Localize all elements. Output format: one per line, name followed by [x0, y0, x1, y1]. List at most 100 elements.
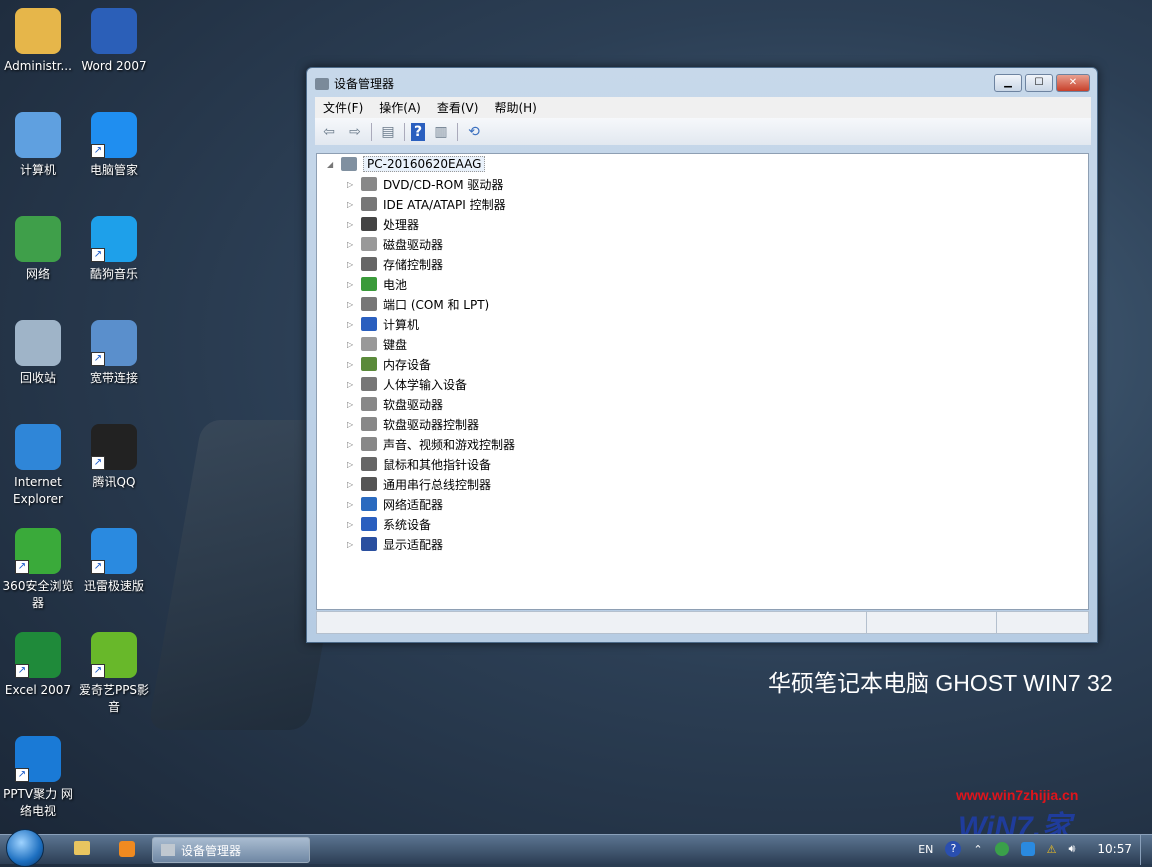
menu-view[interactable]: 查看(V)	[429, 97, 487, 118]
menu-file[interactable]: 文件(F)	[315, 97, 371, 118]
expand-arrow-icon[interactable]: ▷	[347, 340, 357, 349]
expand-arrow-icon[interactable]: ▷	[347, 500, 357, 509]
desktop-icon[interactable]: ↗ 爱奇艺PPS影音	[76, 632, 152, 716]
device-category[interactable]: ▷ 端口 (COM 和 LPT)	[347, 294, 489, 314]
expand-arrow-icon[interactable]: ▷	[347, 260, 357, 269]
computer-icon	[15, 112, 61, 158]
device-manager-icon	[315, 77, 329, 90]
device-category-label: 显示适配器	[383, 537, 444, 552]
device-category[interactable]: ▷ 系统设备	[347, 514, 431, 534]
desktop-icon[interactable]: ↗ PPTV聚力 网络电视	[0, 736, 76, 820]
expand-arrow-icon[interactable]: ▷	[347, 300, 357, 309]
expand-arrow-icon[interactable]: ▷	[347, 540, 357, 549]
desktop-icon[interactable]: ↗ 电脑管家	[76, 112, 152, 179]
expand-arrow-icon[interactable]: ▷	[347, 280, 357, 289]
back-arrow-icon[interactable]: ⇦	[319, 123, 339, 141]
device-category[interactable]: ▷ 磁盘驱动器	[347, 234, 443, 254]
device-category[interactable]: ▷ 存储控制器	[347, 254, 443, 274]
device-category[interactable]: ▷ 处理器	[347, 214, 419, 234]
expand-arrow-icon[interactable]: ▷	[347, 460, 357, 469]
volume-icon[interactable]: 🔊︎	[1068, 842, 1075, 856]
desktop-icon[interactable]: Word 2007	[76, 8, 152, 75]
device-category[interactable]: ▷ 软盘驱动器	[347, 394, 443, 414]
desktop-icon[interactable]: ↗ 迅雷极速版	[76, 528, 152, 595]
expand-arrow-icon[interactable]: ▷	[347, 520, 357, 529]
expand-arrow-icon[interactable]: ▷	[347, 180, 357, 189]
desktop-icon[interactable]: ↗ 宽带连接	[76, 320, 152, 387]
expand-arrow-icon[interactable]: ▷	[347, 380, 357, 389]
device-category[interactable]: ▷ 软盘驱动器控制器	[347, 414, 479, 434]
maximize-button[interactable]: ☐	[1025, 74, 1053, 92]
expand-arrow-icon[interactable]: ▷	[347, 480, 357, 489]
desktop-icon-label: 酷狗音乐	[89, 267, 138, 281]
device-category[interactable]: ▷ 电池	[347, 274, 407, 294]
menu-action[interactable]: 操作(A)	[371, 97, 429, 118]
help-tray-icon[interactable]: ?	[945, 841, 962, 857]
expand-arrow-icon[interactable]: ▷	[347, 320, 357, 329]
device-category[interactable]: ▷ 鼠标和其他指针设备	[347, 454, 491, 474]
desktop-icon[interactable]: 回收站	[0, 320, 76, 387]
tree-root[interactable]: ◢ PC-20160620EAAG	[327, 154, 486, 174]
help-icon[interactable]: ?	[411, 122, 425, 141]
pc-manager-tray-icon[interactable]	[1020, 842, 1035, 856]
menu-help[interactable]: 帮助(H)	[486, 97, 544, 118]
device-category-label: 系统设备	[383, 517, 432, 532]
expand-arrow-icon[interactable]: ▷	[347, 400, 357, 409]
expand-arrow-icon[interactable]: ▷	[347, 200, 357, 209]
forward-arrow-icon[interactable]: ⇨	[345, 123, 365, 141]
expand-arrow-icon[interactable]: ▷	[347, 240, 357, 249]
device-category[interactable]: ▷ 通用串行总线控制器	[347, 474, 491, 494]
desktop-icon[interactable]: 计算机	[0, 112, 76, 179]
shortcut-arrow-icon: ↗	[91, 248, 105, 262]
clock[interactable]: 10:57	[1097, 842, 1132, 856]
explorer-pin-icon[interactable]	[74, 841, 90, 855]
desktop-icon-label: Administr...	[4, 59, 72, 73]
system-tray: EN ? ⌃ ⚠ 🔊︎ 10:57	[918, 841, 1132, 857]
show-hide-console-tree-icon[interactable]: ▤	[378, 123, 398, 141]
device-category[interactable]: ▷ 人体学输入设备	[347, 374, 467, 394]
device-category[interactable]: ▷ 声音、视频和游戏控制器	[347, 434, 515, 454]
desktop-icon-label: 电脑管家	[89, 163, 138, 177]
desktop-icon[interactable]: ↗ 360安全浏览器	[0, 528, 76, 612]
device-category[interactable]: ▷ 计算机	[347, 314, 419, 334]
device-category-label: 磁盘驱动器	[383, 237, 444, 252]
expand-arrow-icon[interactable]: ▷	[347, 360, 357, 369]
taskbar-device-manager[interactable]: 设备管理器	[152, 837, 310, 863]
device-category-icon	[361, 357, 377, 371]
desktop-icon-label: Word 2007	[81, 59, 147, 73]
shortcut-arrow-icon: ↗	[91, 144, 105, 158]
language-indicator[interactable]: EN	[918, 843, 933, 856]
device-category[interactable]: ▷ 显示适配器	[347, 534, 443, 554]
desktop-icon[interactable]: Administr...	[0, 8, 76, 75]
expand-arrow-icon[interactable]: ▷	[347, 440, 357, 449]
show-hidden-icons[interactable]: ⌃	[973, 843, 982, 856]
show-action-pane-icon[interactable]: ▥	[431, 123, 451, 141]
device-category[interactable]: ▷ DVD/CD-ROM 驱动器	[347, 174, 503, 194]
device-category[interactable]: ▷ IDE ATA/ATAPI 控制器	[347, 194, 506, 214]
minimize-button[interactable]: ▁	[994, 74, 1022, 92]
device-tree: ◢ PC-20160620EAAG ▷ DVD/CD-ROM 驱动器 ▷ IDE AT…	[316, 153, 1089, 610]
network-warning-icon[interactable]: ⚠	[1047, 843, 1057, 856]
desktop-icon-label: 宽带连接	[89, 371, 138, 385]
desktop-icon[interactable]: Internet Explorer	[0, 424, 76, 508]
start-button[interactable]	[6, 829, 44, 867]
device-category-label: 内存设备	[383, 357, 432, 372]
collapse-arrow-icon[interactable]: ◢	[327, 160, 337, 169]
device-manager-icon	[161, 844, 175, 856]
scan-hardware-icon[interactable]: ⟲	[464, 123, 484, 141]
device-category[interactable]: ▷ 内存设备	[347, 354, 431, 374]
device-category[interactable]: ▷ 键盘	[347, 334, 407, 354]
device-category-icon	[361, 537, 377, 551]
toolbar-separator	[404, 122, 405, 141]
device-category[interactable]: ▷ 网络适配器	[347, 494, 443, 514]
desktop-icon[interactable]: ↗ 酷狗音乐	[76, 216, 152, 283]
expand-arrow-icon[interactable]: ▷	[347, 220, 357, 229]
show-desktop-button[interactable]	[1140, 835, 1152, 865]
expand-arrow-icon[interactable]: ▷	[347, 420, 357, 429]
desktop-icon[interactable]: 网络	[0, 216, 76, 283]
desktop-icon[interactable]: ↗ 腾讯QQ	[76, 424, 152, 491]
desktop-icon[interactable]: ↗ Excel 2007	[0, 632, 76, 699]
safely-remove-icon[interactable]	[994, 842, 1009, 856]
close-button[interactable]: ✕	[1056, 74, 1090, 92]
media-player-pin-icon[interactable]	[119, 841, 135, 857]
